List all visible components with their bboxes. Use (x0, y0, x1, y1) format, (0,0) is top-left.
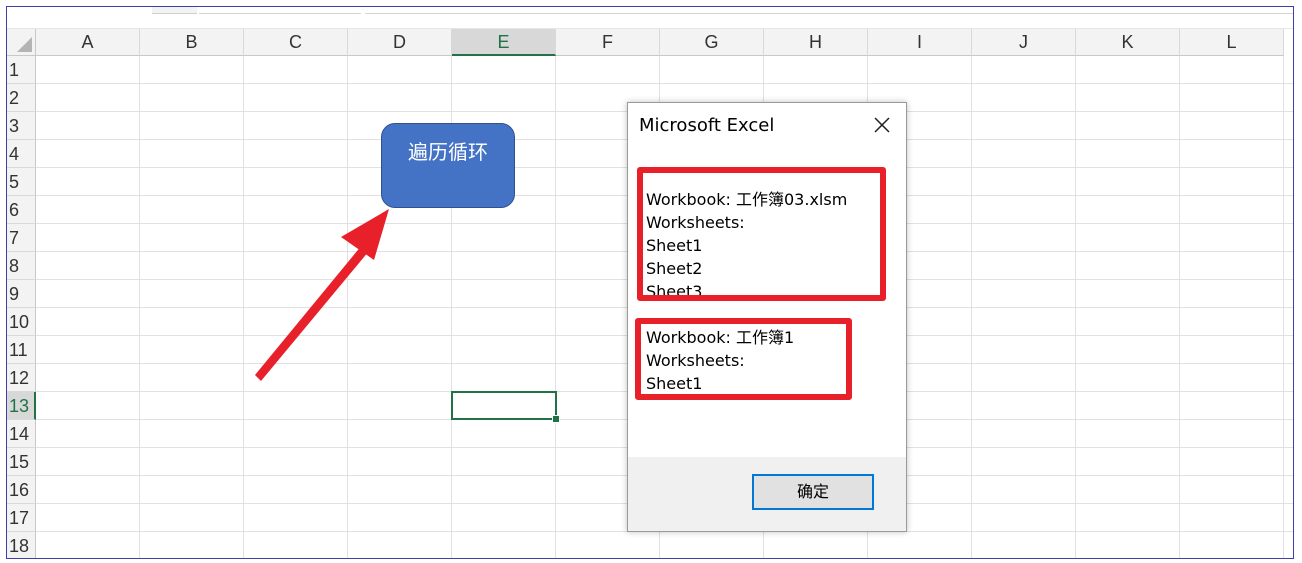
highlight-box-workbook-2 (635, 318, 852, 400)
row-header-7[interactable]: 7 (7, 224, 36, 252)
column-header-h[interactable]: H (764, 29, 868, 56)
column-header-e[interactable]: E (452, 29, 556, 56)
column-header-j[interactable]: J (972, 29, 1076, 56)
row-header-5[interactable]: 5 (7, 168, 36, 196)
row-header-18[interactable]: 18 (7, 532, 36, 558)
column-header-g[interactable]: G (660, 29, 764, 56)
row-header-16[interactable]: 16 (7, 476, 36, 504)
row-header-2[interactable]: 2 (7, 84, 36, 112)
ok-button[interactable]: 确定 (752, 474, 874, 510)
excel-window: ABCDEFGHIJKL 1 2 3 4 5 6 7 8 9 10 11 12 13 14 15 16 17 18… (6, 6, 1294, 559)
column-header-b[interactable]: B (140, 29, 244, 56)
row-header-9[interactable]: 9 (7, 280, 36, 308)
dialog-footer: 确定 (628, 457, 906, 531)
loop-macro-button[interactable]: 遍历循环 (381, 123, 515, 208)
column-header-l[interactable]: L (1180, 29, 1284, 56)
highlight-box-workbook-1 (637, 167, 886, 301)
gridline-horizontal (36, 83, 1293, 84)
column-header-f[interactable]: F (556, 29, 660, 56)
column-header-d[interactable]: D (348, 29, 452, 56)
row-header-13[interactable]: 13 (7, 392, 36, 420)
column-header-a[interactable]: A (36, 29, 140, 56)
row-header-12[interactable]: 12 (7, 364, 36, 392)
row-header-14[interactable]: 14 (7, 420, 36, 448)
close-icon[interactable] (870, 113, 894, 137)
row-header-8[interactable]: 8 (7, 252, 36, 280)
row-header-4[interactable]: 4 (7, 140, 36, 168)
row-header-6[interactable]: 6 (7, 196, 36, 224)
row-header-3[interactable]: 3 (7, 112, 36, 140)
column-header-i[interactable]: I (868, 29, 972, 56)
row-header-10[interactable]: 10 (7, 308, 36, 336)
row-header-15[interactable]: 15 (7, 448, 36, 476)
dialog-title: Microsoft Excel (639, 115, 775, 136)
column-header-c[interactable]: C (244, 29, 348, 56)
row-header-1[interactable]: 1 (7, 56, 36, 84)
active-cell-e13[interactable] (451, 391, 557, 420)
close-glyph-icon (874, 117, 890, 133)
fill-handle[interactable] (552, 415, 560, 423)
row-header-17[interactable]: 17 (7, 504, 36, 532)
select-all-button[interactable] (7, 29, 36, 56)
column-header-k[interactable]: K (1076, 29, 1180, 56)
select-all-icon (17, 37, 32, 52)
row-header-11[interactable]: 11 (7, 336, 36, 364)
